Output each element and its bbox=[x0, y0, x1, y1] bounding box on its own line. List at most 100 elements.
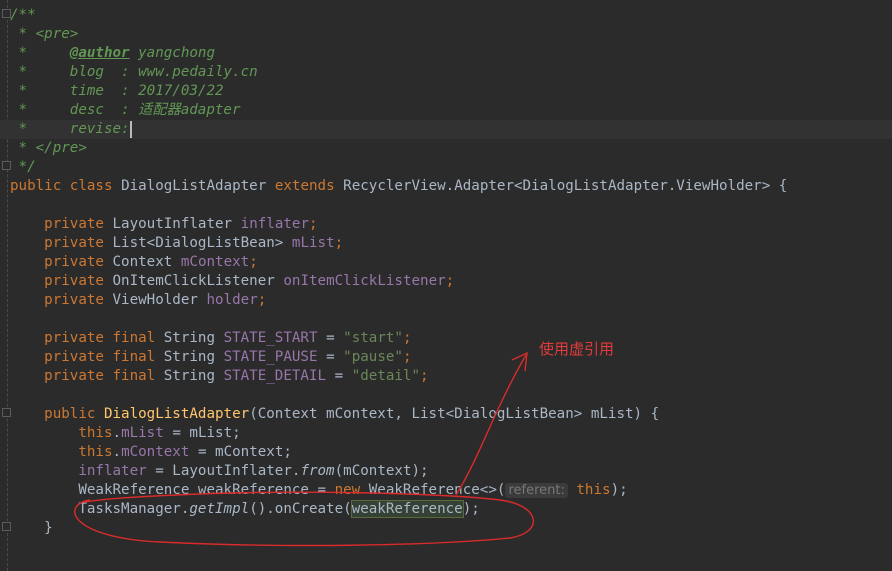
code-weakref-type: WeakReference<>( bbox=[360, 482, 506, 498]
revise-key: revise: bbox=[69, 121, 130, 137]
superclass: RecyclerView.Adapter<DialogListAdapter.V… bbox=[343, 178, 788, 194]
field-modifier: private bbox=[44, 273, 104, 289]
ctor-params: (Context mContext, List<DialogListBean> … bbox=[249, 406, 660, 422]
code-line-ctor-body-3[interactable]: inflater = LayoutInflater.from(mContext)… bbox=[10, 462, 429, 481]
code-tasks-manager: TasksManager. bbox=[78, 501, 190, 517]
kw-new: new bbox=[334, 482, 361, 498]
field-type: Context bbox=[112, 254, 173, 270]
annotation-arrow-line bbox=[455, 354, 527, 496]
code-line-class-decl[interactable]: public class DialogListAdapter extends R… bbox=[10, 177, 787, 196]
hint-name: referent: bbox=[508, 483, 565, 498]
const-value: "start" bbox=[343, 330, 403, 346]
code-line-6[interactable]: * desc : 适配器adapter bbox=[10, 101, 241, 120]
blog-value: www.pedaily.cn bbox=[138, 64, 258, 80]
class-name: DialogListAdapter bbox=[121, 178, 267, 194]
code-line-field-inflater[interactable]: private LayoutInflater inflater; bbox=[10, 215, 317, 234]
const-type: String bbox=[163, 330, 216, 346]
comment-close: */ bbox=[18, 159, 36, 175]
code-rest: = mList; bbox=[163, 425, 241, 441]
kw-this: this bbox=[576, 482, 611, 498]
code-line-7[interactable]: * revise: bbox=[10, 120, 132, 139]
code-line-field-mlist[interactable]: private List<DialogListBean> mList; bbox=[10, 234, 343, 253]
code-line-1[interactable]: /** bbox=[10, 6, 36, 25]
current-line-highlight bbox=[0, 120, 892, 139]
blog-key: blog bbox=[69, 64, 104, 80]
const-name: STATE_DETAIL bbox=[223, 368, 327, 384]
static-call: from bbox=[300, 463, 335, 479]
field-modifier: private bbox=[44, 216, 104, 232]
const-name: STATE_PAUSE bbox=[223, 349, 318, 365]
field-type: ViewHolder bbox=[112, 292, 198, 308]
code-mid: = LayoutInflater. bbox=[146, 463, 301, 479]
const-name: STATE_START bbox=[223, 330, 318, 346]
desc-value: 适配器adapter bbox=[138, 102, 241, 118]
field-ref: inflater bbox=[78, 463, 147, 479]
pre-close-tag: </pre> bbox=[35, 140, 87, 156]
code-editor[interactable]: /** * <pre> * @author yangchong * blog :… bbox=[0, 0, 892, 571]
static-call: getImpl bbox=[189, 501, 250, 517]
parameter-hint: referent: bbox=[505, 483, 568, 498]
highlighted-identifier[interactable]: weakReference bbox=[350, 500, 464, 518]
field-ref: mContext bbox=[121, 444, 190, 460]
author-value: yangchong bbox=[138, 45, 216, 61]
code-line-8[interactable]: * </pre> bbox=[10, 139, 87, 158]
const-modifier: private final bbox=[44, 368, 156, 384]
kw-this: this bbox=[78, 444, 113, 460]
ctor-modifier: public bbox=[44, 406, 96, 422]
kw-class: class bbox=[69, 178, 113, 194]
const-type: String bbox=[163, 368, 216, 384]
field-name: mContext bbox=[180, 254, 250, 270]
code-line-field-listener[interactable]: private OnItemClickListener onItemClickL… bbox=[10, 272, 454, 291]
code-line-ctor-body-5[interactable]: TasksManager.getImpl().onCreate(weakRefe… bbox=[10, 500, 480, 519]
code-line-3[interactable]: * @author yangchong bbox=[10, 44, 215, 63]
code-line-field-mcontext[interactable]: private Context mContext; bbox=[10, 253, 258, 272]
const-value: "detail" bbox=[351, 368, 421, 384]
field-name: inflater bbox=[240, 216, 309, 232]
annotation-label: 使用虚引用 bbox=[539, 340, 615, 358]
code-line-const-detail[interactable]: private final String STATE_DETAIL = "det… bbox=[10, 367, 428, 386]
code-line-constructor[interactable]: public DialogListAdapter(Context mContex… bbox=[10, 405, 659, 424]
field-modifier: private bbox=[44, 292, 104, 308]
field-type: List<DialogListBean> bbox=[112, 235, 284, 251]
code-line-9[interactable]: */ bbox=[10, 158, 36, 177]
const-value: "pause" bbox=[343, 349, 403, 365]
annotation-arrow-head bbox=[511, 351, 528, 372]
field-modifier: private bbox=[44, 235, 104, 251]
code-weakref-decl: WeakReference weakReference = bbox=[78, 482, 335, 498]
code-rest: (mContext); bbox=[334, 463, 429, 479]
code-oncreate: ().onCreate( bbox=[249, 501, 352, 517]
field-name: onItemClickListener bbox=[283, 273, 446, 289]
field-name: holder bbox=[206, 292, 258, 308]
text-caret bbox=[129, 120, 132, 138]
ctor-close-brace: } bbox=[44, 520, 53, 536]
const-type: String bbox=[163, 349, 216, 365]
time-value: 2017/03/22 bbox=[138, 83, 224, 99]
comment-open: /** bbox=[10, 7, 36, 23]
author-tag: @author bbox=[69, 45, 130, 61]
field-modifier: private bbox=[44, 254, 104, 270]
kw-extends: extends bbox=[274, 178, 335, 194]
field-type: LayoutInflater bbox=[112, 216, 233, 232]
field-type: OnItemClickListener bbox=[112, 273, 275, 289]
pre-open-tag: <pre> bbox=[35, 26, 79, 42]
code-line-ctor-body-4[interactable]: WeakReference weakReference = new WeakRe… bbox=[10, 481, 628, 500]
code-line-2[interactable]: * <pre> bbox=[10, 25, 79, 44]
field-ref: mList bbox=[121, 425, 164, 441]
code-rest: ); bbox=[462, 501, 480, 517]
code-line-4[interactable]: * blog : www.pedaily.cn bbox=[10, 63, 258, 82]
const-modifier: private final bbox=[44, 349, 156, 365]
desc-key: desc bbox=[69, 102, 104, 118]
code-line-ctor-body-1[interactable]: this.mList = mList; bbox=[10, 424, 241, 443]
code-line-ctor-body-2[interactable]: this.mContext = mContext; bbox=[10, 443, 292, 462]
code-line-field-holder[interactable]: private ViewHolder holder; bbox=[10, 291, 266, 310]
kw-public: public bbox=[10, 178, 62, 194]
ctor-name: DialogListAdapter bbox=[103, 406, 250, 422]
code-line-const-start[interactable]: private final String STATE_START = "star… bbox=[10, 329, 411, 348]
code-line-const-pause[interactable]: private final String STATE_PAUSE = "paus… bbox=[10, 348, 411, 367]
code-line-5[interactable]: * time : 2017/03/22 bbox=[10, 82, 224, 101]
code-line-ctor-close[interactable]: } bbox=[10, 519, 53, 538]
code-rest: = mContext; bbox=[189, 444, 292, 460]
const-modifier: private final bbox=[44, 330, 156, 346]
field-name: mList bbox=[291, 235, 335, 251]
code-rest: ); bbox=[610, 482, 628, 498]
